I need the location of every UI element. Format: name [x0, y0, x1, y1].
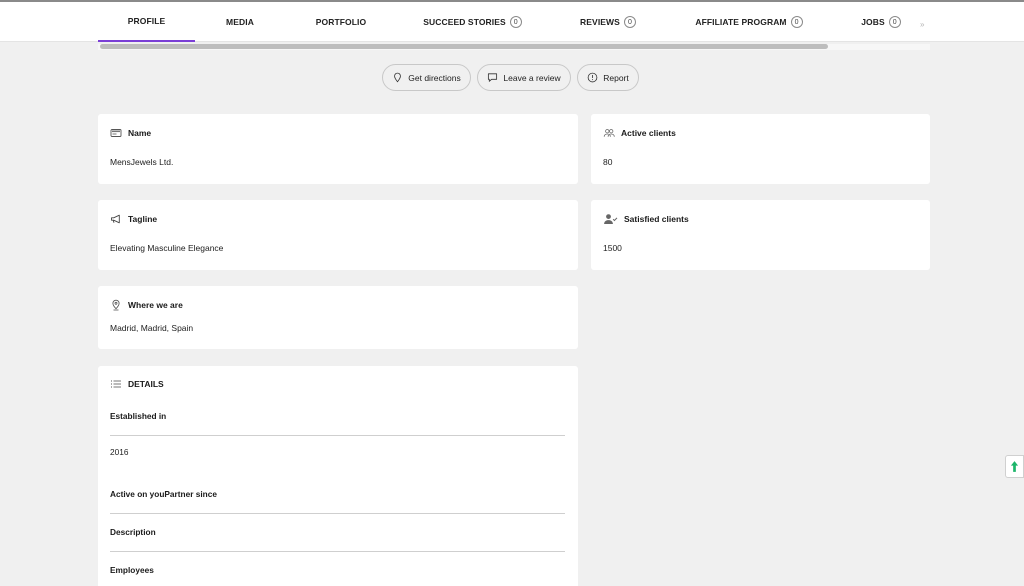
- established-value: 2016: [110, 447, 129, 457]
- satisfied-clients-card: Satisfied clients 1500: [591, 200, 930, 270]
- established-label: Established in: [110, 411, 167, 421]
- tab-jobs-count: 0: [888, 16, 901, 28]
- location-card: Where we are Madrid, Madrid, Spain: [98, 286, 578, 349]
- active-clients-value: 80: [603, 157, 613, 167]
- tab-portfolio-label: PORTFOLIO: [315, 17, 367, 27]
- tab-succeed-stories-count: 0: [509, 16, 522, 28]
- nav-scroll-right-icon[interactable]: »: [920, 20, 924, 29]
- leave-review-label: Leave a review: [503, 72, 561, 83]
- satisfied-clients-label: Satisfied clients: [624, 214, 689, 224]
- satisfied-clients-value: 1500: [603, 243, 622, 253]
- employees-label: Employees: [110, 565, 154, 575]
- location-value: Madrid, Madrid, Spain: [110, 323, 194, 333]
- tab-scrollbar-thumb[interactable]: [100, 44, 828, 49]
- list-icon: [111, 380, 121, 388]
- tab-media[interactable]: MEDIA: [205, 2, 275, 42]
- tab-affiliate-program[interactable]: AFFILIATE PROGRAM 0: [692, 2, 806, 42]
- name-card-label: Name: [128, 128, 152, 138]
- tab-succeed-stories[interactable]: SUCCEED STORIES 0: [420, 2, 525, 42]
- description-label: Description: [110, 527, 156, 537]
- info-circle-icon: [587, 72, 598, 83]
- location-card-label: Where we are: [128, 300, 183, 310]
- tab-portfolio[interactable]: PORTFOLIO: [300, 2, 382, 42]
- leave-review-button[interactable]: Leave a review: [477, 64, 571, 91]
- tab-affiliate-program-label: AFFILIATE PROGRAM: [695, 17, 787, 27]
- id-card-icon: [110, 129, 122, 137]
- location-card-header: Where we are: [110, 299, 183, 311]
- active-since-label: Active on youPartner since: [110, 489, 217, 499]
- get-directions-button[interactable]: Get directions: [382, 64, 471, 91]
- tab-affiliate-program-count: 0: [790, 16, 803, 28]
- tab-reviews-label: REVIEWS: [580, 17, 620, 27]
- arrow-up-icon: [1010, 461, 1019, 472]
- map-pin-icon: [394, 72, 402, 83]
- name-card: Name MensJewels Ltd.: [98, 114, 578, 184]
- map-pin-icon: [112, 299, 120, 311]
- get-directions-label: Get directions: [408, 72, 461, 83]
- details-header: DETAILS: [110, 378, 164, 390]
- details-card: DETAILS Established in 2016 Active on yo…: [98, 366, 578, 586]
- divider: [110, 435, 565, 436]
- tab-succeed-stories-label: SUCCEED STORIES: [423, 17, 506, 27]
- divider: [110, 551, 565, 552]
- user-check-icon: [604, 214, 618, 224]
- chat-bubble-icon: [488, 73, 498, 82]
- active-clients-label: Active clients: [621, 128, 676, 138]
- company-name-value: MensJewels Ltd.: [110, 157, 174, 167]
- tab-reviews-count: 0: [623, 16, 636, 28]
- tab-media-label: MEDIA: [226, 17, 254, 27]
- satisfied-clients-header: Satisfied clients: [603, 213, 689, 225]
- tagline-card: Tagline Elevating Masculine Elegance: [98, 200, 578, 270]
- tab-profile[interactable]: PROFILE: [98, 2, 195, 42]
- details-title: DETAILS: [128, 379, 164, 389]
- tagline-card-header: Tagline: [110, 213, 157, 225]
- active-clients-header: Active clients: [603, 127, 676, 139]
- report-label: Report: [603, 72, 629, 83]
- name-card-header: Name: [110, 127, 151, 139]
- tab-profile-label: PROFILE: [127, 16, 166, 26]
- tab-jobs-label: JOBS: [861, 17, 885, 27]
- active-clients-card: Active clients 80: [591, 114, 930, 184]
- scroll-to-top-button[interactable]: [1005, 455, 1024, 478]
- megaphone-icon: [111, 214, 120, 224]
- report-button[interactable]: Report: [577, 64, 639, 91]
- tagline-value: Elevating Masculine Elegance: [110, 243, 224, 253]
- divider: [110, 513, 565, 514]
- tagline-card-label: Tagline: [128, 214, 158, 224]
- users-icon: [603, 129, 615, 137]
- profile-tab-bar: PROFILE MEDIA PORTFOLIO SUCCEED STORIES …: [0, 2, 1024, 42]
- tab-reviews[interactable]: REVIEWS 0: [572, 2, 644, 42]
- tab-jobs[interactable]: JOBS 0: [854, 2, 908, 42]
